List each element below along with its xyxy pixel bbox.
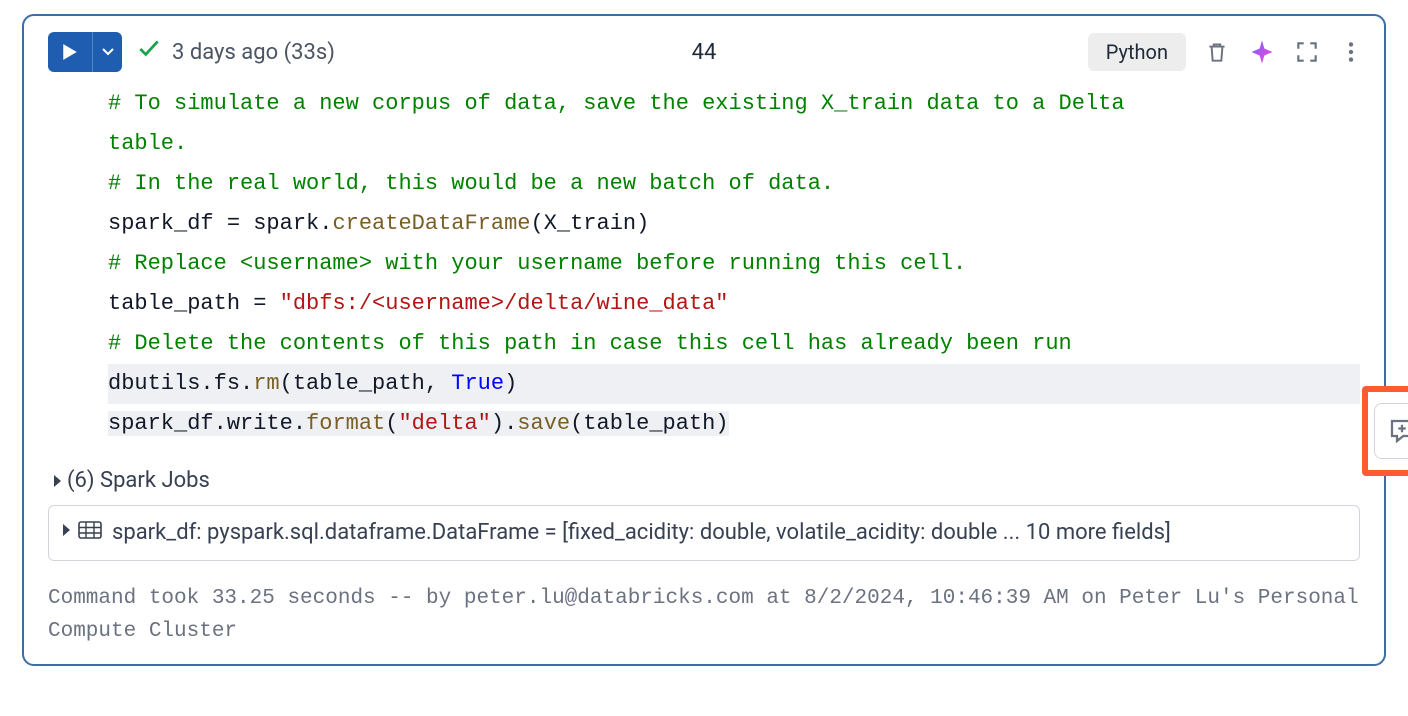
expand-triangle-icon bbox=[63, 524, 70, 536]
code-token: = bbox=[253, 291, 266, 316]
spark-jobs-label: (6) Spark Jobs bbox=[67, 468, 210, 493]
cell-header: 3 days ago (33s) 44 Python bbox=[24, 16, 1384, 84]
more-options-icon[interactable] bbox=[1338, 39, 1364, 65]
add-comment-button[interactable] bbox=[1374, 403, 1408, 459]
delete-icon[interactable] bbox=[1204, 39, 1230, 65]
code-comment: # Delete the contents of this path in ca… bbox=[108, 331, 1072, 356]
code-token: spark_df bbox=[108, 211, 227, 236]
cell-output: (6) Spark Jobs spark_df: pyspark.sql.dat… bbox=[24, 456, 1384, 573]
spark-jobs-toggle[interactable]: (6) Spark Jobs bbox=[48, 464, 1360, 497]
expand-icon[interactable] bbox=[1294, 39, 1320, 65]
code-token: save bbox=[517, 411, 570, 436]
highlight-annotation bbox=[1362, 386, 1408, 476]
check-icon bbox=[136, 36, 162, 68]
code-token: spark. bbox=[240, 211, 332, 236]
code-token: ). bbox=[491, 411, 517, 436]
code-token: spark_df.write. bbox=[108, 411, 306, 436]
code-token: rm bbox=[253, 371, 279, 396]
code-token: dbutils.fs. bbox=[108, 371, 253, 396]
code-token: (X_train) bbox=[531, 211, 650, 236]
table-icon bbox=[78, 520, 102, 540]
code-token: ( bbox=[385, 411, 398, 436]
code-token: table_path bbox=[108, 291, 253, 316]
code-editor[interactable]: # To simulate a new corpus of data, save… bbox=[24, 84, 1384, 456]
dataframe-expand[interactable] bbox=[63, 520, 102, 540]
code-token: (table_path, bbox=[280, 371, 452, 396]
code-comment: # Replace <username> with your username … bbox=[108, 251, 966, 276]
code-token: (table_path) bbox=[570, 411, 728, 436]
notebook-cell: 3 days ago (33s) 44 Python # To simulate… bbox=[22, 14, 1386, 666]
ai-assistant-icon[interactable] bbox=[1248, 38, 1276, 66]
code-comment: # To simulate a new corpus of data, save… bbox=[108, 91, 1125, 116]
code-token: True bbox=[451, 371, 504, 396]
cell-tools: Python bbox=[1088, 33, 1364, 71]
code-token: format bbox=[306, 411, 385, 436]
run-button[interactable] bbox=[48, 32, 92, 72]
code-comment: table. bbox=[108, 131, 187, 156]
dataframe-summary[interactable]: spark_df: pyspark.sql.dataframe.DataFram… bbox=[48, 505, 1360, 561]
execution-footer: Command took 33.25 seconds -- by peter.l… bbox=[24, 573, 1384, 664]
dataframe-text: spark_df: pyspark.sql.dataframe.DataFram… bbox=[112, 516, 1171, 550]
status-text: 3 days ago (33s) bbox=[172, 40, 335, 65]
code-string: "delta" bbox=[398, 411, 490, 436]
code-comment: # In the real world, this would be a new… bbox=[108, 171, 834, 196]
run-options-dropdown[interactable] bbox=[92, 32, 122, 72]
code-token: ) bbox=[504, 371, 517, 396]
code-token: = bbox=[227, 211, 240, 236]
code-token: createDataFrame bbox=[332, 211, 530, 236]
expand-triangle-icon bbox=[54, 475, 61, 487]
code-token bbox=[266, 291, 279, 316]
cell-number: 44 bbox=[692, 40, 717, 65]
execution-status: 3 days ago (33s) bbox=[136, 36, 335, 68]
language-selector[interactable]: Python bbox=[1088, 33, 1186, 71]
code-string: "dbfs:/<username>/delta/wine_data" bbox=[280, 291, 729, 316]
run-button-group bbox=[48, 32, 122, 72]
